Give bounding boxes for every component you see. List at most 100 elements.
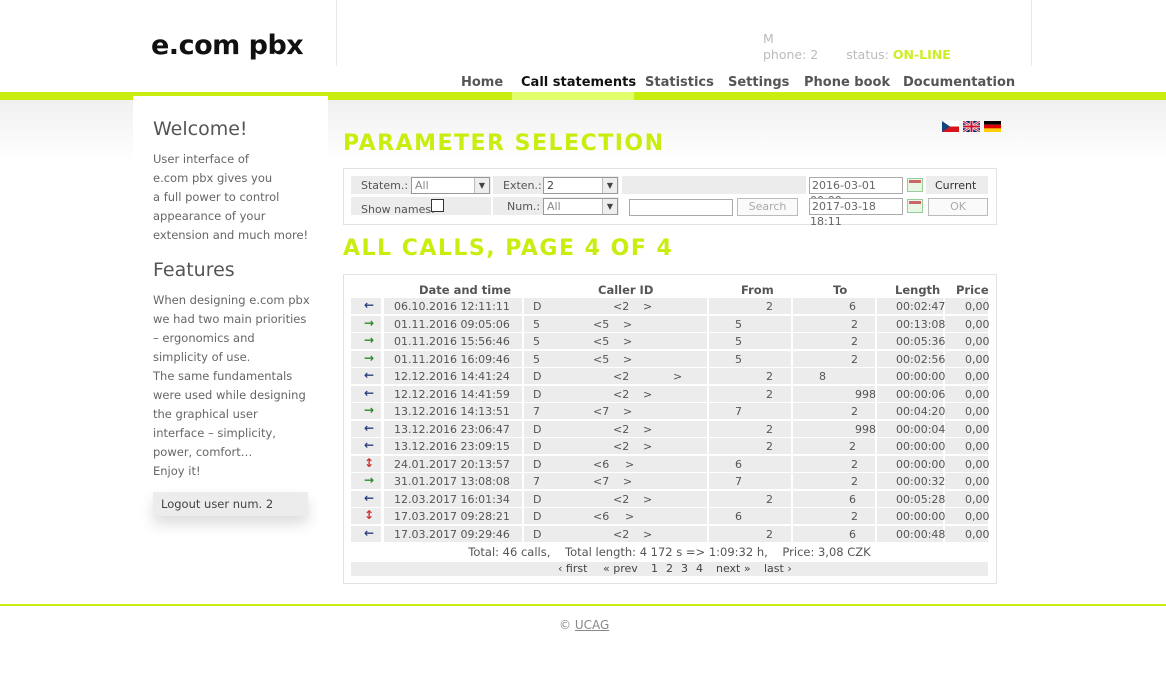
table-cell bbox=[524, 350, 707, 367]
pager-page-2[interactable]: 2 bbox=[666, 562, 673, 575]
num-label: Num.: bbox=[507, 200, 541, 213]
table-row[interactable]: ← 12.12.2016 14:41:59 D <2 >2 998 00:00:06 0,00 bbox=[351, 385, 990, 402]
nav-documentation[interactable]: Documentation bbox=[903, 75, 1015, 90]
cell-caller-id: <6 bbox=[593, 510, 610, 523]
nav-phone-book[interactable]: Phone book bbox=[804, 75, 890, 90]
table-cell bbox=[709, 508, 791, 524]
table-cell bbox=[793, 403, 875, 419]
table-cell bbox=[709, 490, 791, 507]
cell-type: D bbox=[533, 527, 542, 541]
cell-length: 00:05:36 bbox=[896, 335, 946, 348]
table-row[interactable]: ← 12.03.2017 16:01:34 D <2 >2 6 00:05:28 0,00 bbox=[351, 490, 990, 507]
exten-select[interactable]: 2 ▼ bbox=[543, 177, 618, 194]
search-input[interactable] bbox=[629, 199, 733, 216]
col-date[interactable]: Date and time bbox=[419, 283, 511, 297]
nav-home[interactable]: Home bbox=[461, 75, 503, 90]
col-caller-id[interactable]: Caller ID bbox=[598, 283, 653, 297]
calls-title: ALL CALLS, PAGE 4 OF 4 bbox=[343, 236, 674, 261]
nav-settings[interactable]: Settings bbox=[728, 75, 789, 90]
date-to-input[interactable]: 2017-03-18 18:11 bbox=[809, 198, 903, 228]
cell-length: 00:02:56 bbox=[896, 352, 946, 366]
pager-next[interactable]: next » bbox=[716, 562, 751, 575]
table-cell bbox=[709, 525, 791, 542]
cell-caller-id: <6 bbox=[593, 457, 610, 471]
cell-to: 6 bbox=[849, 300, 856, 313]
table-row[interactable]: ← 12.12.2016 14:41:24 D <2 >2 8 00:00:00 0,00 bbox=[351, 368, 990, 384]
date-from-input[interactable]: 2016-03-01 00:00 bbox=[809, 177, 903, 207]
cell-from: 5 bbox=[735, 335, 742, 348]
cell-to-ext: 2 bbox=[851, 457, 858, 471]
cz-flag-icon[interactable] bbox=[942, 121, 959, 132]
cell-type: 5 bbox=[533, 317, 540, 331]
pager-page-1[interactable]: 1 bbox=[651, 562, 658, 575]
col-length[interactable]: Length bbox=[895, 283, 940, 297]
show-names-checkbox[interactable] bbox=[431, 199, 444, 212]
ucag-link[interactable]: UCAG bbox=[575, 618, 609, 632]
uk-flag-icon[interactable] bbox=[963, 121, 980, 132]
table-cell bbox=[709, 350, 791, 367]
search-button[interactable]: Search bbox=[737, 198, 798, 216]
cell-from-ext: 2 bbox=[766, 492, 773, 506]
table-row[interactable]: → 01.11.2016 09:05:06 5 <5 >5 2 00:13:08 0,00 bbox=[351, 315, 990, 332]
cell-caller-id: <5 bbox=[593, 317, 610, 331]
ok-button[interactable]: OK bbox=[928, 198, 988, 216]
table-row[interactable]: ← 17.03.2017 09:29:46 D <2 >2 6 00:00:48 0,00 bbox=[351, 525, 990, 542]
cell-length: 00:02:47 bbox=[896, 300, 946, 313]
pager-page-3[interactable]: 3 bbox=[681, 562, 688, 575]
cell-type: 7 bbox=[533, 475, 540, 488]
calendar-icon[interactable] bbox=[907, 199, 923, 213]
table-cell bbox=[793, 473, 875, 489]
table-cell bbox=[709, 403, 791, 419]
exten-label: Exten.: bbox=[503, 179, 542, 192]
num-select[interactable]: All ▼ bbox=[543, 198, 618, 215]
table-cell bbox=[524, 473, 707, 489]
current-button[interactable]: Current bbox=[935, 179, 976, 192]
table-cell bbox=[524, 508, 707, 524]
table-cell bbox=[793, 350, 875, 367]
cell-from-ext: 2 bbox=[766, 300, 773, 313]
table-row[interactable]: → 01.11.2016 16:09:46 5 <5 >5 2 00:02:56 0,00 bbox=[351, 350, 990, 367]
direction-icon: → bbox=[364, 350, 375, 365]
table-cell bbox=[709, 438, 791, 454]
cell-length: 00:00:00 bbox=[896, 457, 946, 471]
welcome-text: User interface of e.com pbx gives you a fu… bbox=[153, 152, 309, 242]
cell-caller-id-end: > bbox=[625, 457, 635, 471]
table-row[interactable]: ← 06.10.2016 12:11:11 D <2 >2 6 00:02:47 0,00 bbox=[351, 298, 990, 314]
nav-statistics[interactable]: Statistics bbox=[645, 75, 714, 90]
chevron-down-icon: ▼ bbox=[602, 199, 617, 214]
cell-caller-id-end: > bbox=[643, 440, 653, 453]
cell-price: 0,00 bbox=[965, 352, 990, 366]
table-row[interactable]: ← 13.12.2016 23:06:47 D <2 >2 998 00:00:04 0,00 bbox=[351, 420, 990, 437]
cell-price: 0,00 bbox=[965, 440, 990, 453]
col-from[interactable]: From bbox=[741, 283, 774, 297]
table-row[interactable]: ← 13.12.2016 23:09:15 D <2 >2 2 00:00:00 0,00 bbox=[351, 438, 990, 454]
cell-date: 01.11.2016 16:09:46 bbox=[394, 352, 510, 366]
table-row[interactable]: ↕ 24.01.2017 20:13:57 D <6 >6 2 00:00:00 0,00 bbox=[351, 455, 990, 472]
cell-to: 6 bbox=[849, 527, 856, 541]
de-flag-icon[interactable] bbox=[984, 121, 1001, 132]
logout-button[interactable]: Logout user num. 2 bbox=[153, 492, 308, 516]
cell-to-ext: 2 bbox=[851, 405, 858, 418]
pager-page-4[interactable]: 4 bbox=[696, 562, 703, 575]
statem-select[interactable]: All ▼ bbox=[411, 177, 490, 194]
cell-price: 0,00 bbox=[965, 492, 990, 506]
table-row[interactable]: → 13.12.2016 14:13:51 7 <7 >7 2 00:04:20 0,00 bbox=[351, 403, 990, 419]
table-row[interactable]: ↕ 17.03.2017 09:28:21 D <6 >6 2 00:00:00 0,00 bbox=[351, 508, 990, 524]
cell-length: 00:00:06 bbox=[896, 387, 946, 401]
table-row[interactable]: → 31.01.2017 13:08:08 7 <7 >7 2 00:00:32 0,00 bbox=[351, 473, 990, 489]
cell-caller-id: <2 bbox=[613, 300, 630, 313]
col-to[interactable]: To bbox=[833, 283, 847, 297]
col-price[interactable]: Price bbox=[956, 283, 989, 297]
divider bbox=[1031, 0, 1032, 66]
cell-type: D bbox=[533, 422, 542, 436]
pager-last[interactable]: last › bbox=[764, 562, 792, 575]
table-cell bbox=[793, 368, 875, 384]
pager-prev[interactable]: « prev bbox=[603, 562, 638, 575]
calendar-icon[interactable] bbox=[907, 178, 923, 192]
cell-price: 0,00 bbox=[965, 475, 990, 488]
divider bbox=[336, 0, 337, 66]
table-row[interactable]: → 01.11.2016 15:56:46 5 <5 >5 2 00:05:36 0,00 bbox=[351, 333, 990, 349]
pager-first[interactable]: ‹ first bbox=[558, 562, 587, 575]
nav-call-statements[interactable]: Call statements bbox=[521, 75, 636, 90]
table-cell bbox=[709, 420, 791, 437]
